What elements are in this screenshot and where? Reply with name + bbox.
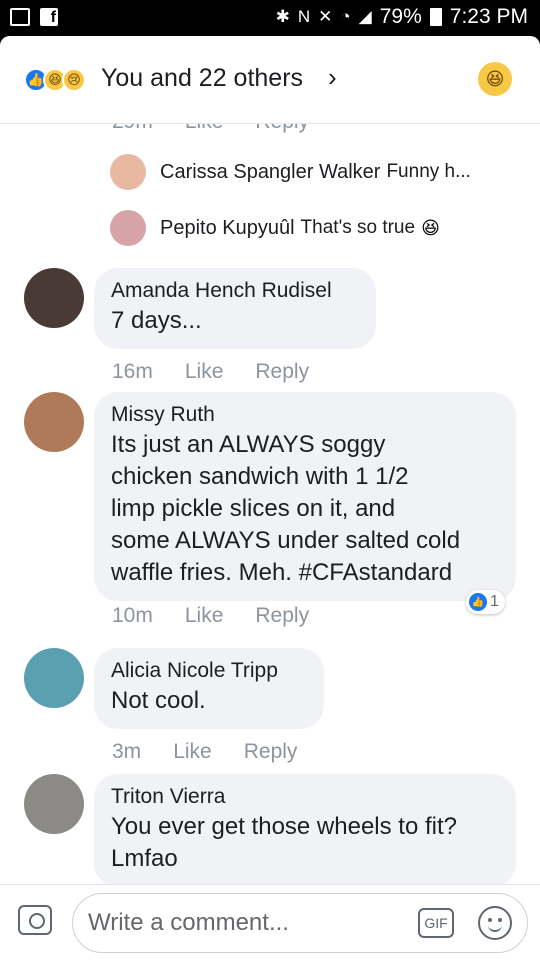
laughing-emoji-icon: 😆 xyxy=(421,217,440,238)
clock: 7:23 PM xyxy=(449,5,528,28)
comment-text-line: waffle fries. Meh. #CFAstandard xyxy=(111,559,453,586)
wifi-icon: ◔ xyxy=(340,7,351,26)
reply-link[interactable]: Reply xyxy=(255,604,309,628)
comment-text-line: some ALWAYS under salted cold xyxy=(111,527,461,554)
gallery-icon xyxy=(10,8,30,26)
battery-percent: 79% xyxy=(379,5,422,28)
like-icon: 👍 xyxy=(469,593,487,611)
comment-text: 7 days... xyxy=(111,307,202,334)
comment-actions: 10m Like Reply xyxy=(112,604,341,628)
comment-author[interactable]: Alicia Nicole Tripp xyxy=(111,659,306,683)
haha-react-button[interactable]: 😆 xyxy=(478,62,512,96)
avatar[interactable] xyxy=(24,648,84,708)
nfc-icon: N xyxy=(297,7,311,26)
comment-bubble[interactable]: Amanda Hench Rudisel 7 days... xyxy=(94,268,376,349)
avatar[interactable] xyxy=(24,392,84,452)
reactions-header[interactable]: 👍 😆 😢 You and 22 others › 😆 xyxy=(0,36,540,124)
reply-text: That's so true xyxy=(300,217,416,238)
comment-text-line: Lmfao xyxy=(111,845,178,872)
comment-actions: 16m Like Reply xyxy=(112,360,341,384)
comment-time: 16m xyxy=(112,360,153,383)
comment-time: 29m xyxy=(112,124,153,134)
comment-bubble[interactable]: Alicia Nicole Tripp Not cool. xyxy=(94,648,324,729)
comment-input[interactable] xyxy=(88,906,408,940)
gif-button[interactable]: GIF xyxy=(418,908,454,938)
comment-text-line: Its just an ALWAYS soggy xyxy=(111,431,386,458)
comment-composer: GIF xyxy=(0,884,540,960)
chevron-right-icon[interactable]: › xyxy=(328,62,337,93)
avatar[interactable] xyxy=(110,210,146,246)
reply-link[interactable]: Reply xyxy=(255,360,309,384)
comment-actions: 3m Like Reply xyxy=(112,740,329,764)
emoji-icon[interactable] xyxy=(478,906,512,940)
like-link[interactable]: Like xyxy=(173,740,212,764)
sad-reaction-icon: 😢 xyxy=(62,68,86,92)
comment-author[interactable]: Amanda Hench Rudisel xyxy=(111,279,358,303)
comment-text: Not cool. xyxy=(111,687,206,714)
comment-time: 10m xyxy=(112,604,153,627)
status-bar: f ✱ N ✕ ◔ ◢ 79% 7:23 PM xyxy=(0,0,540,36)
reply-text: Funny h... xyxy=(386,161,471,182)
comment-input-box[interactable]: GIF xyxy=(72,893,528,953)
comment-bubble[interactable]: Triton Vierra You ever get those wheels … xyxy=(94,774,516,884)
notification-icons: f xyxy=(10,8,58,26)
bluetooth-icon: ✱ xyxy=(275,7,290,26)
reaction-icons: 👍 😆 😢 xyxy=(24,68,86,92)
avatar[interactable] xyxy=(24,268,84,328)
reply-link[interactable]: Reply xyxy=(244,740,298,764)
battery-icon xyxy=(429,8,442,26)
comment-time: 3m xyxy=(112,740,142,763)
reply-item[interactable]: Pepito Kupyuûl That's so true 😆 xyxy=(110,210,440,246)
facebook-icon: f xyxy=(40,8,58,26)
comment-author[interactable]: Missy Ruth xyxy=(111,403,498,427)
like-count-badge[interactable]: 👍 1 xyxy=(466,590,505,614)
comment-text-line: chicken sandwich with 1 1/2 xyxy=(111,463,409,490)
like-link[interactable]: Like xyxy=(185,124,224,134)
comment-author[interactable]: Triton Vierra xyxy=(111,785,498,809)
reply-link[interactable]: Reply xyxy=(255,124,309,134)
avatar[interactable] xyxy=(24,774,84,834)
like-link[interactable]: Like xyxy=(185,360,224,384)
reply-item[interactable]: Carissa Spangler Walker Funny h... xyxy=(110,154,471,190)
comments-feed[interactable]: 29m Like Reply Carissa Spangler Walker F… xyxy=(0,124,540,884)
comment-actions: 29m Like Reply xyxy=(112,124,341,134)
mute-icon: ✕ xyxy=(318,7,333,26)
avatar[interactable] xyxy=(110,154,146,190)
reply-author[interactable]: Pepito Kupyuûl xyxy=(160,217,295,240)
like-link[interactable]: Like xyxy=(185,604,224,628)
reactions-summary[interactable]: You and 22 others xyxy=(101,64,303,93)
reply-author[interactable]: Carissa Spangler Walker xyxy=(160,161,380,184)
camera-icon[interactable] xyxy=(18,905,52,935)
comments-sheet: 👍 😆 😢 You and 22 others › 😆 29m Like Rep… xyxy=(0,36,540,960)
comment-text-line: You ever get those wheels to fit? xyxy=(111,813,458,840)
signal-icon: ◢ xyxy=(358,7,372,26)
system-icons: ✱ N ✕ ◔ ◢ 79% 7:23 PM xyxy=(276,5,528,29)
like-count: 1 xyxy=(490,593,499,610)
comment-bubble[interactable]: Missy Ruth Its just an ALWAYS soggy chic… xyxy=(94,392,516,601)
comment-text-line: limp pickle slices on it, and xyxy=(111,495,396,522)
